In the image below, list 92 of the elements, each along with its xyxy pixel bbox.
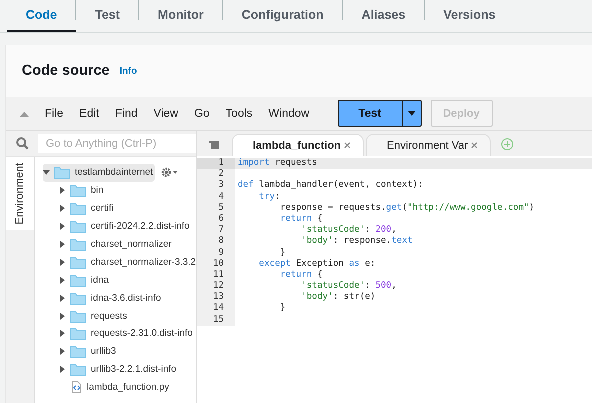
editor-tab[interactable]: lambda_function	[232, 134, 364, 156]
code-line: return {	[279, 214, 323, 225]
folder-icon	[70, 363, 87, 376]
code-line: response = requests.get("http://www.google.com")	[279, 202, 535, 214]
tab[interactable]: Configuration	[222, 0, 343, 32]
caret-right-icon[interactable]	[59, 330, 66, 338]
file-name[interactable]: lambda_function.py	[87, 382, 170, 394]
line-number: 9	[197, 248, 235, 259]
line-number: 1	[197, 158, 235, 170]
line-number: 14	[197, 303, 235, 315]
code-line: 'statusCode': 200,	[300, 225, 397, 236]
folder-icon	[70, 202, 87, 216]
code-line: import requests	[237, 158, 318, 170]
code-line: 'body': response.text	[300, 236, 413, 248]
code-line: except Exception as e:	[258, 258, 376, 270]
caret-right-icon[interactable]	[59, 241, 66, 248]
tab[interactable]: Aliases	[342, 0, 425, 32]
folder-name[interactable]: certifi	[91, 203, 114, 214]
code-line: 'body': str(e)	[300, 292, 376, 304]
search-icon[interactable]	[16, 137, 28, 150]
line-number: 15	[197, 314, 235, 326]
menu-item[interactable]: View	[154, 108, 178, 120]
tab[interactable]: Monitor	[139, 0, 223, 32]
line-number: 11	[197, 270, 235, 282]
line-number: 13	[197, 292, 235, 304]
caret-right-icon[interactable]	[59, 276, 66, 284]
menu-item[interactable]: Find	[115, 108, 138, 120]
dropdown-button[interactable]	[402, 100, 422, 127]
line-number: 8	[197, 236, 235, 248]
folder-icon	[70, 292, 87, 305]
folder-icon	[70, 345, 87, 358]
menu-item[interactable]: Edit	[80, 108, 100, 120]
tab[interactable]: Code	[7, 0, 76, 32]
line-number: 5	[197, 202, 235, 214]
close-icon[interactable]	[344, 142, 352, 149]
folder-name[interactable]: requests	[91, 310, 128, 322]
caret-right-icon[interactable]	[59, 223, 66, 230]
menu-item[interactable]: File	[45, 108, 64, 120]
panel-icon[interactable]	[209, 140, 220, 150]
tab[interactable]: Test	[76, 0, 140, 32]
code-line: }	[279, 303, 286, 315]
folder-name[interactable]: charset_normalizer-3.3.2	[91, 256, 196, 268]
folder-name[interactable]: idna	[91, 274, 109, 286]
search-field[interactable]: Go to Anything (Ctrl-P)	[38, 134, 196, 153]
folder-name[interactable]: bin	[91, 185, 104, 196]
folder-icon	[70, 310, 87, 323]
caret-right-icon[interactable]	[59, 187, 66, 194]
code-line: 'statusCode': 500,	[300, 281, 397, 292]
caret-down-icon[interactable]	[43, 169, 50, 176]
info-link[interactable]: Info	[120, 66, 138, 76]
caret-right-icon[interactable]	[59, 294, 66, 302]
test-button[interactable]: Test	[338, 100, 403, 127]
panel-title: Code source	[22, 63, 110, 79]
caret-right-icon[interactable]	[59, 366, 66, 374]
folder-name[interactable]: requests-2.31.0.dist-info	[91, 328, 193, 340]
folder-icon	[70, 274, 87, 287]
menu-item[interactable]: Window	[268, 108, 310, 120]
code-line: }	[279, 248, 286, 259]
folder-icon	[70, 327, 87, 340]
folder-icon	[70, 256, 87, 269]
folder-name[interactable]: idna-3.6.dist-info	[91, 292, 162, 304]
folder-name[interactable]: certifi-2024.2.2.dist-info	[91, 221, 190, 232]
line-number: 10	[197, 258, 235, 270]
folder-name[interactable]: urllib3-2.2.1.dist-info	[91, 364, 177, 376]
editor-tab[interactable]: Environment Var	[366, 134, 492, 156]
code-line: def lambda_handler(event, context):	[237, 180, 424, 192]
caret-right-icon[interactable]	[59, 258, 66, 266]
caret-right-icon[interactable]	[59, 312, 66, 320]
line-number: 2	[197, 169, 235, 180]
line-number: 3	[197, 180, 235, 192]
caret-down-icon	[408, 111, 416, 116]
tab[interactable]: Versions	[424, 0, 515, 32]
gear-icon[interactable]	[161, 167, 179, 178]
menu-item[interactable]: Tools	[226, 108, 253, 120]
caret-right-icon[interactable]	[59, 205, 66, 212]
line-number: 4	[197, 192, 235, 203]
python-file-icon	[70, 381, 83, 394]
line-number: 7	[197, 225, 235, 236]
line-number: 12	[197, 281, 235, 292]
folder-icon	[70, 184, 87, 198]
menu-item[interactable]: Go	[194, 108, 210, 120]
code-line: try:	[258, 192, 280, 203]
line-number: 6	[197, 214, 235, 226]
folder-name[interactable]: urllib3	[91, 346, 116, 358]
caret-right-icon[interactable]	[59, 348, 66, 356]
code-line: return {	[279, 270, 323, 281]
folder-icon	[70, 238, 87, 251]
folder-icon	[70, 220, 87, 234]
environment-tab[interactable]: Environment	[6, 157, 34, 230]
folder-icon	[54, 166, 71, 180]
folder-name[interactable]: charset_normalizer	[91, 239, 172, 250]
close-icon[interactable]	[471, 142, 478, 149]
